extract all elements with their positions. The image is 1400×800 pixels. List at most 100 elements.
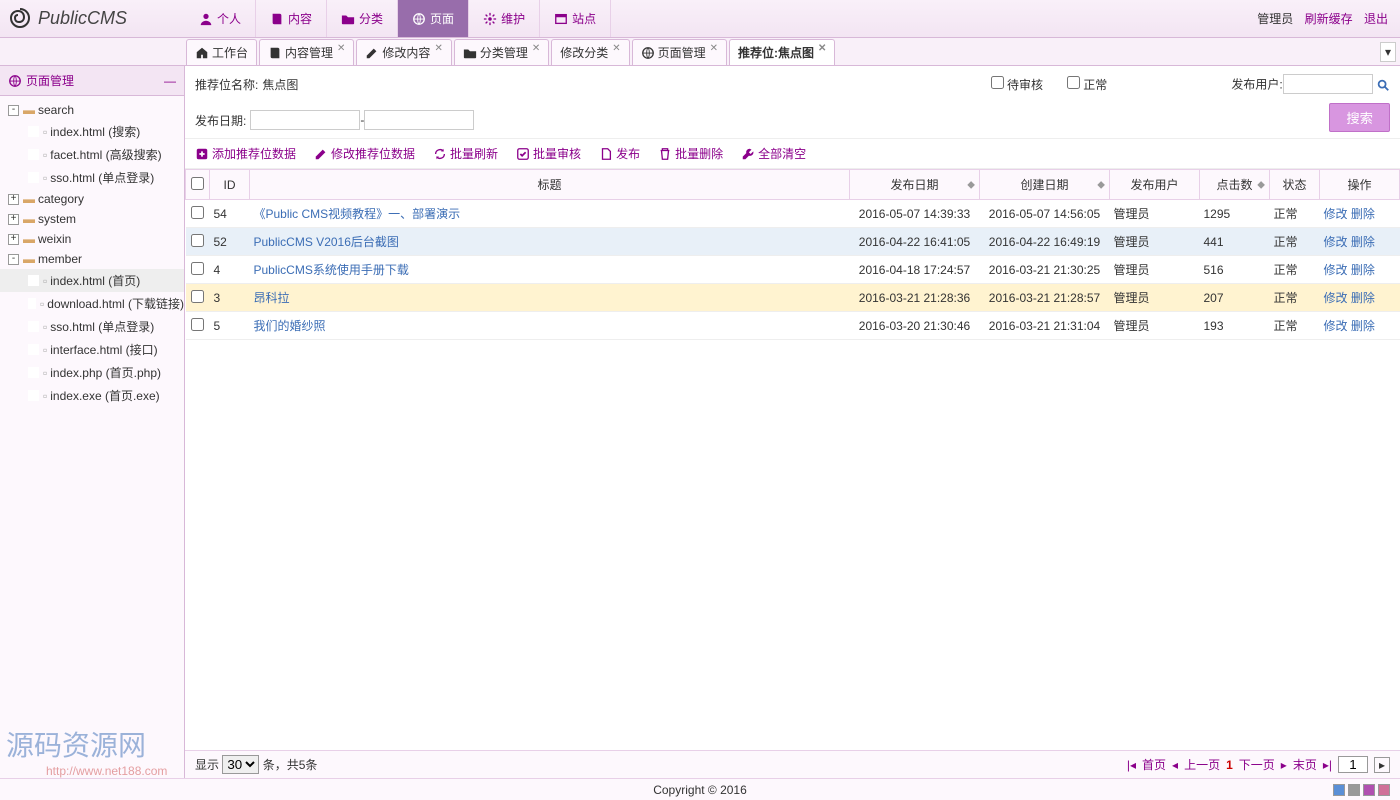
topnav-维护[interactable]: 维护 (469, 0, 540, 37)
page-size-select[interactable]: 30 (222, 755, 259, 774)
tab-推荐位:焦点图[interactable]: 推荐位:焦点图✕ (729, 39, 835, 65)
pager-first[interactable]: 首页 (1142, 756, 1166, 773)
edit-link[interactable]: 修改 (1324, 207, 1348, 221)
row-checkbox[interactable] (191, 234, 204, 247)
tree-toggle[interactable]: + (8, 234, 19, 245)
col-header[interactable]: 创建日期◆ (980, 170, 1110, 200)
pager-prev[interactable]: 上一页 (1184, 756, 1220, 773)
col-header[interactable]: 操作 (1320, 170, 1400, 200)
title-link[interactable]: 《Public CMS视频教程》一、部署演示 (254, 207, 461, 221)
col-header[interactable]: 发布用户 (1110, 170, 1200, 200)
tree-item[interactable]: -▬member (0, 249, 184, 269)
row-checkbox[interactable] (191, 290, 204, 303)
tree-item[interactable]: -▬search (0, 100, 184, 120)
pager-goto-input[interactable] (1338, 756, 1368, 773)
col-header[interactable]: 发布日期◆ (850, 170, 980, 200)
tree-item[interactable]: +▬category (0, 189, 184, 209)
col-header[interactable]: ID (210, 170, 250, 200)
edit-link[interactable]: 修改 (1324, 263, 1348, 277)
tree-item[interactable]: ▫facet.html (高级搜索) (0, 143, 184, 166)
topnav-内容[interactable]: 内容 (256, 0, 327, 37)
title-link[interactable]: 我们的婚纱照 (254, 319, 326, 333)
toolbar-全部清空[interactable]: 全部清空 (741, 145, 806, 162)
tree-item[interactable]: ▫download.html (下载链接) (0, 292, 184, 315)
publisher-input[interactable] (1283, 74, 1373, 94)
row-checkbox[interactable] (191, 206, 204, 219)
topnav-页面[interactable]: 页面 (398, 0, 469, 37)
title-link[interactable]: PublicCMS系统使用手册下载 (254, 263, 409, 277)
tab-close-icon[interactable]: ✕ (532, 43, 540, 54)
date-from-input[interactable] (250, 110, 360, 130)
pager-goto-button[interactable]: ▸ (1374, 757, 1390, 773)
topnav-个人[interactable]: 个人 (185, 0, 256, 37)
delete-link[interactable]: 删除 (1351, 207, 1375, 221)
site-icon (554, 12, 568, 26)
col-header[interactable]: 标题 (250, 170, 850, 200)
logout-link[interactable]: 退出 (1364, 12, 1388, 26)
tab-close-icon[interactable]: ✕ (818, 43, 826, 54)
toolbar-批量审核[interactable]: 批量审核 (516, 145, 581, 162)
tree-item[interactable]: ▫sso.html (单点登录) (0, 166, 184, 189)
tab-close-icon[interactable]: ✕ (337, 43, 345, 54)
pager-next[interactable]: 下一页 (1239, 756, 1275, 773)
tree-toggle[interactable]: + (8, 194, 19, 205)
toolbar-添加推荐位数据[interactable]: 添加推荐位数据 (195, 145, 296, 162)
delete-link[interactable]: 删除 (1351, 263, 1375, 277)
pending-checkbox[interactable] (991, 76, 1004, 89)
theme-swatch[interactable] (1348, 784, 1360, 796)
tab-分类管理[interactable]: 分类管理✕ (454, 39, 549, 65)
toolbar-修改推荐位数据[interactable]: 修改推荐位数据 (314, 145, 415, 162)
tree-item[interactable]: ▫index.php (首页.php) (0, 361, 184, 384)
row-checkbox[interactable] (191, 262, 204, 275)
tree-item[interactable]: ▫interface.html (接口) (0, 338, 184, 361)
tree-toggle[interactable]: + (8, 214, 19, 225)
edit-link[interactable]: 修改 (1324, 235, 1348, 249)
theme-swatch[interactable] (1378, 784, 1390, 796)
row-checkbox[interactable] (191, 318, 204, 331)
search-icon[interactable] (1376, 78, 1390, 92)
theme-swatch[interactable] (1363, 784, 1375, 796)
tab-close-icon[interactable]: ✕ (612, 43, 620, 54)
date-to-input[interactable] (364, 110, 474, 130)
topnav-分类[interactable]: 分类 (327, 0, 398, 37)
edit-link[interactable]: 修改 (1324, 319, 1348, 333)
place-name-label: 推荐位名称: (195, 76, 258, 93)
tree-item[interactable]: +▬weixin (0, 229, 184, 249)
edit-link[interactable]: 修改 (1324, 291, 1348, 305)
sidebar-collapse-button[interactable]: — (164, 74, 176, 88)
tree-toggle[interactable]: - (8, 105, 19, 116)
tree-item[interactable]: ▫index.exe (首页.exe) (0, 384, 184, 407)
tree-item[interactable]: ▫sso.html (单点登录) (0, 315, 184, 338)
delete-link[interactable]: 删除 (1351, 235, 1375, 249)
tab-修改分类[interactable]: 修改分类✕ (551, 39, 629, 65)
tab-close-icon[interactable]: ✕ (434, 43, 442, 54)
toolbar-发布[interactable]: 发布 (599, 145, 640, 162)
pager-last[interactable]: 末页 (1293, 756, 1317, 773)
tab-内容管理[interactable]: 内容管理✕ (259, 39, 354, 65)
normal-checkbox[interactable] (1067, 76, 1080, 89)
tree-item[interactable]: +▬system (0, 209, 184, 229)
title-link[interactable]: PublicCMS V2016后台截图 (254, 235, 399, 249)
theme-swatch[interactable] (1333, 784, 1345, 796)
tree-toggle[interactable]: - (8, 254, 19, 265)
topnav-站点[interactable]: 站点 (540, 0, 611, 37)
tab-修改内容[interactable]: 修改内容✕ (356, 39, 451, 65)
toolbar-批量刷新[interactable]: 批量刷新 (433, 145, 498, 162)
tree-item[interactable]: ▫index.html (搜索) (0, 120, 184, 143)
toolbar-批量删除[interactable]: 批量删除 (658, 145, 723, 162)
select-all-checkbox[interactable] (191, 177, 204, 190)
title-link[interactable]: 昂科拉 (254, 291, 290, 305)
refresh-cache-link[interactable]: 刷新缓存 (1305, 12, 1353, 26)
delete-link[interactable]: 删除 (1351, 319, 1375, 333)
tab-close-icon[interactable]: ✕ (710, 43, 718, 54)
col-header[interactable]: 点击数◆ (1200, 170, 1270, 200)
tree-item[interactable]: ▫index.html (首页) (0, 269, 184, 292)
col-header[interactable]: 状态 (1270, 170, 1320, 200)
cell-clicks: 441 (1200, 228, 1270, 256)
tab-页面管理[interactable]: 页面管理✕ (632, 39, 727, 65)
file-icon: ▫ (43, 389, 47, 403)
tab-工作台[interactable]: 工作台 (186, 39, 257, 65)
search-button[interactable]: 搜索 (1329, 103, 1390, 132)
delete-link[interactable]: 删除 (1351, 291, 1375, 305)
tabs-expand-button[interactable]: ▾ (1380, 42, 1396, 62)
